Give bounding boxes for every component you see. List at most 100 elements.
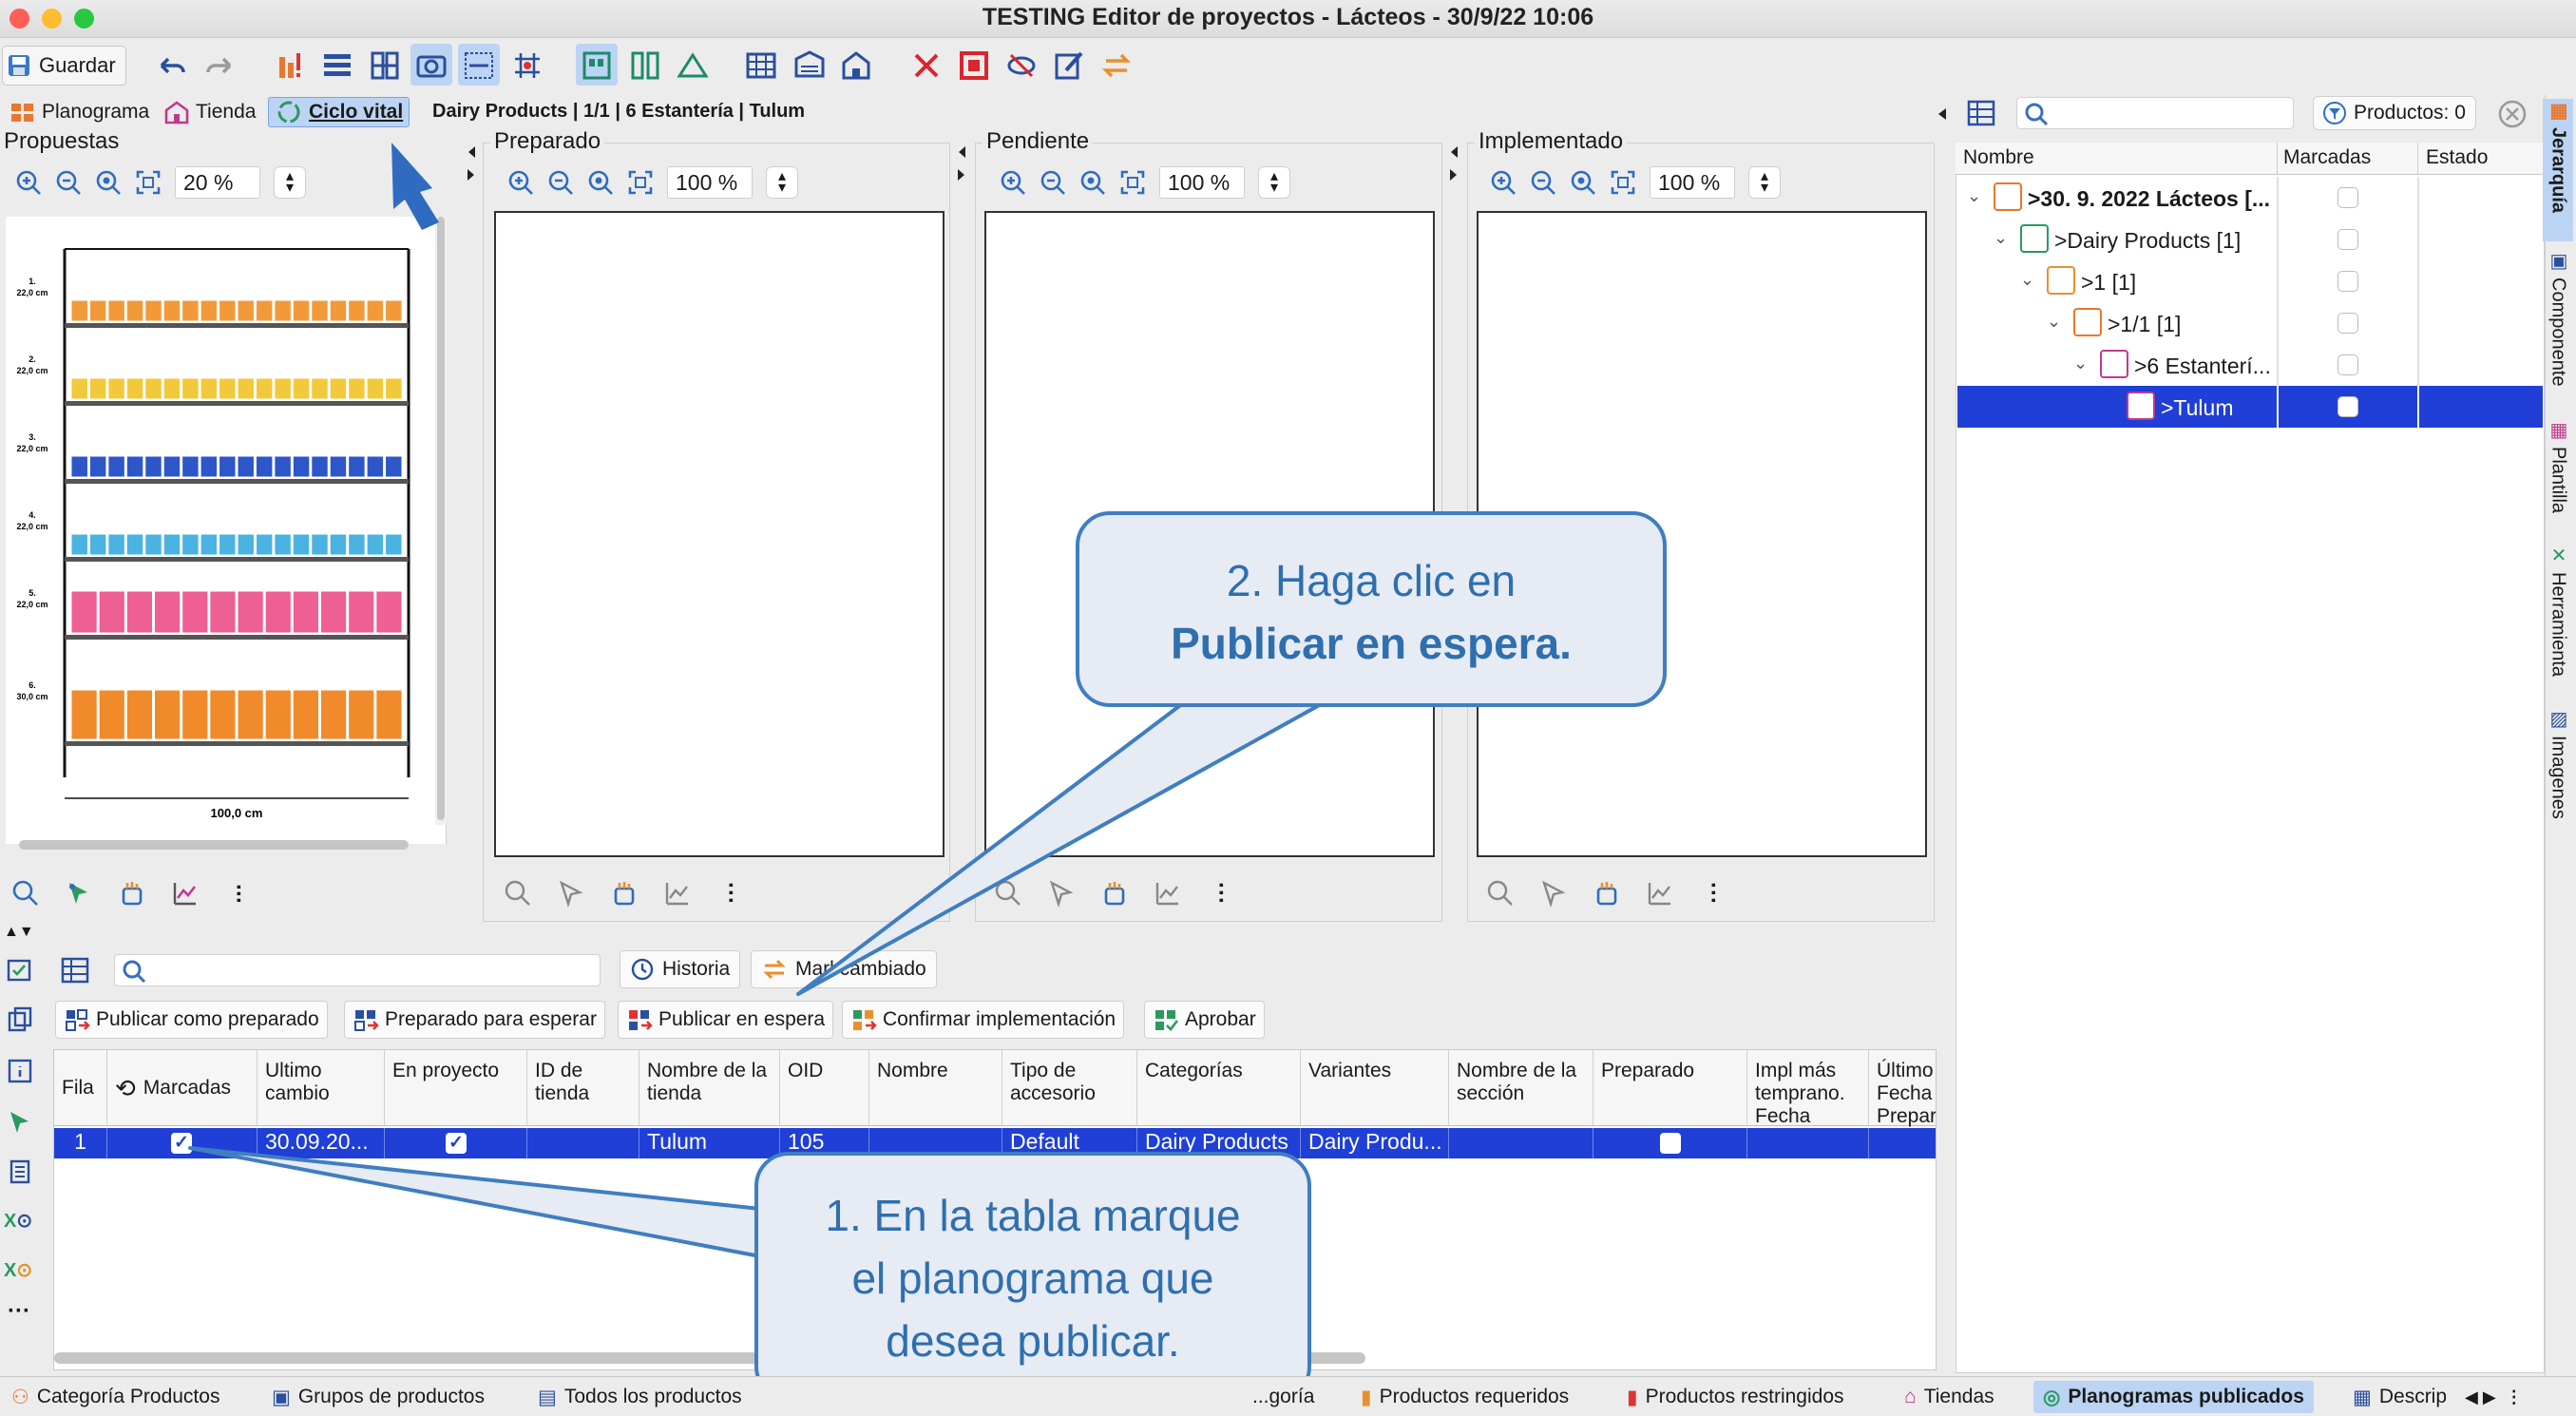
column-header[interactable]: Fila — [54, 1050, 107, 1126]
tree-col-estado[interactable]: Estado — [2417, 143, 2495, 175]
product-ranking-icon[interactable] — [274, 48, 310, 84]
aprobar-button[interactable]: Aprobar — [1144, 1001, 1265, 1039]
column-header[interactable]: Nombre de la sección — [1449, 1050, 1593, 1126]
swap-icon[interactable] — [1098, 48, 1135, 84]
zoom-in-icon[interactable] — [1000, 169, 1026, 196]
column-header[interactable]: Impl más temprano. Fecha — [1747, 1050, 1869, 1127]
mark-changed-button[interactable]: Marl cambiado — [751, 950, 937, 988]
zoom-stepper[interactable]: ▴ ▾ — [274, 166, 306, 199]
cell-marcadas[interactable]: ✓ — [107, 1128, 258, 1158]
zoom-value-input[interactable]: 20 % — [175, 166, 260, 199]
hand-tool-icon[interactable] — [1593, 879, 1621, 908]
tree-marcadas-checkbox[interactable] — [2337, 229, 2358, 250]
preparado-checkbox[interactable] — [1660, 1133, 1681, 1154]
hand-tool-icon[interactable] — [118, 879, 146, 908]
split-toggle-arrows[interactable]: ▲▼ — [4, 924, 34, 941]
inspect-icon[interactable] — [1486, 879, 1515, 908]
store-layout-icon[interactable] — [675, 48, 711, 84]
fit-page-icon[interactable] — [627, 169, 654, 196]
zoom-out-icon[interactable] — [1530, 169, 1556, 196]
preparado-canvas[interactable] — [494, 211, 945, 857]
column-header[interactable]: Nombre — [869, 1050, 1002, 1126]
side-tab-jerarquia[interactable]: ▦ Jerarquía — [2543, 99, 2573, 241]
more-options-icon[interactable]: ··· — [8, 1298, 30, 1325]
products-filter-button[interactable]: Productos: 0 — [2313, 96, 2476, 130]
tree-node[interactable]: ⌄ >30. 9. 2022 Lácteos [... — [1957, 177, 2543, 219]
tree-node[interactable]: ⌄ >1 [1] — [1957, 260, 2543, 302]
more-options-icon[interactable]: ··· — [224, 884, 251, 904]
hide-icon[interactable] — [1003, 48, 1040, 84]
inspect-icon[interactable] — [504, 879, 532, 908]
compare-icon[interactable] — [627, 48, 663, 84]
tab-planogramas-publicados[interactable]: ◎ Planogramas publicados — [2033, 1381, 2314, 1413]
en-proyecto-checkbox[interactable]: ✓ — [446, 1133, 467, 1154]
zoom-in-icon[interactable] — [507, 169, 534, 196]
side-tab-herramienta[interactable]: ✕ Herramienta — [2543, 544, 2573, 696]
preview-horizontal-scrollbar[interactable] — [19, 840, 409, 850]
chevron-down-icon[interactable]: ⌄ — [2020, 270, 2034, 290]
tab-tienda[interactable]: Tienda — [158, 97, 261, 127]
tree-marcadas-checkbox[interactable] — [2337, 271, 2358, 292]
tree-node[interactable]: >Tulum — [1957, 386, 2543, 428]
zoom-out-icon[interactable] — [1040, 169, 1066, 196]
tree-marcadas-checkbox[interactable] — [2337, 187, 2358, 208]
zoom-value-input[interactable]: 100 % — [1650, 166, 1735, 199]
publicar-en-espera-button[interactable]: Publicar en espera — [618, 1001, 834, 1039]
tree-marcadas-checkbox[interactable] — [2337, 313, 2358, 334]
shelf-list-icon[interactable] — [319, 48, 355, 84]
inspect-icon[interactable] — [11, 879, 40, 908]
check-list-icon[interactable] — [6, 956, 34, 985]
tab-todos-productos[interactable]: ▤ Todos los productos — [538, 1377, 742, 1416]
column-header[interactable]: Variantes — [1301, 1050, 1449, 1126]
floor-plan-icon[interactable] — [792, 48, 828, 84]
tab-categoria-productos[interactable]: ⚇ Categoría Productos — [11, 1377, 219, 1416]
column-header[interactable]: Categorías — [1137, 1050, 1301, 1126]
tree-node[interactable]: ⌄ >6 Estanterí... — [1957, 344, 2543, 386]
tab-planograma[interactable]: Planograma — [4, 97, 155, 127]
preview-vertical-scrollbar[interactable] — [435, 217, 447, 825]
select-all-icon[interactable]: ⟲ — [115, 1076, 136, 1100]
fit-page-icon[interactable] — [135, 169, 162, 196]
preparado-para-esperar-button[interactable]: Preparado para esperar — [344, 1001, 605, 1039]
zoom-fit-icon[interactable] — [95, 169, 122, 196]
zoom-out-icon[interactable] — [55, 169, 82, 196]
select-tool-icon[interactable] — [557, 879, 585, 908]
side-tab-imagenes[interactable]: ▨ Imagenes — [2543, 707, 2573, 840]
tab-grupos-productos[interactable]: ▣ Grupos de productos — [272, 1377, 485, 1416]
column-header[interactable]: Último Fecha Prepar — [1869, 1050, 1936, 1127]
table-view-icon[interactable] — [1965, 97, 1997, 129]
column-header[interactable]: Ultimo cambio — [258, 1050, 385, 1126]
column-header[interactable]: Preparado — [1593, 1050, 1747, 1126]
hand-tool-icon[interactable] — [1100, 879, 1129, 908]
zoom-fit-icon[interactable] — [1570, 169, 1596, 196]
analysis-tool-icon[interactable] — [663, 879, 692, 908]
column-header[interactable]: Tipo de accesorio — [1002, 1050, 1137, 1126]
chevron-down-icon[interactable]: ⌄ — [2073, 354, 2088, 373]
column-header[interactable]: ⟲ Marcadas — [107, 1050, 258, 1126]
row-marcadas-checkbox[interactable]: ✓ — [171, 1133, 192, 1154]
chevron-down-icon[interactable]: ⌄ — [1994, 228, 2008, 248]
side-tab-componente[interactable]: ▣ Componente — [2543, 249, 2573, 401]
analysis-tool-icon[interactable] — [1154, 879, 1182, 908]
save-button[interactable]: Guardar — [2, 46, 126, 86]
tree-marcadas-checkbox[interactable] — [2337, 354, 2358, 375]
publicar-como-preparado-button[interactable]: Publicar como preparado — [55, 1001, 328, 1039]
excel-export-icon[interactable]: X⊙ — [4, 1209, 32, 1233]
select-tool-icon[interactable] — [1539, 879, 1568, 908]
panel-collapse-arrows[interactable] — [1448, 143, 1460, 184]
table-icon[interactable] — [743, 48, 779, 84]
fixture-icon[interactable] — [367, 48, 403, 84]
tree-marcadas-checkbox[interactable] — [2337, 396, 2358, 417]
column-header[interactable]: OID — [780, 1050, 869, 1126]
side-tab-plantilla[interactable]: ▦ Plantilla — [2543, 418, 2573, 532]
chevron-down-icon[interactable]: ⌄ — [1967, 186, 1981, 206]
tab-scroll-controls[interactable]: ◀ ▶ ⋮ — [2465, 1377, 2523, 1416]
select-tool-icon[interactable] — [65, 879, 93, 908]
excel-import-icon[interactable]: X⊙ — [4, 1258, 32, 1282]
scrollbar-thumb[interactable] — [437, 217, 445, 820]
clear-filter-icon[interactable] — [2497, 99, 2528, 129]
tree-col-marcadas[interactable]: Marcadas — [2277, 143, 2376, 175]
grid-adjust-icon[interactable] — [509, 48, 545, 84]
zoom-value-input[interactable]: 100 % — [1159, 166, 1245, 199]
analysis-tool-icon[interactable] — [1646, 879, 1674, 908]
